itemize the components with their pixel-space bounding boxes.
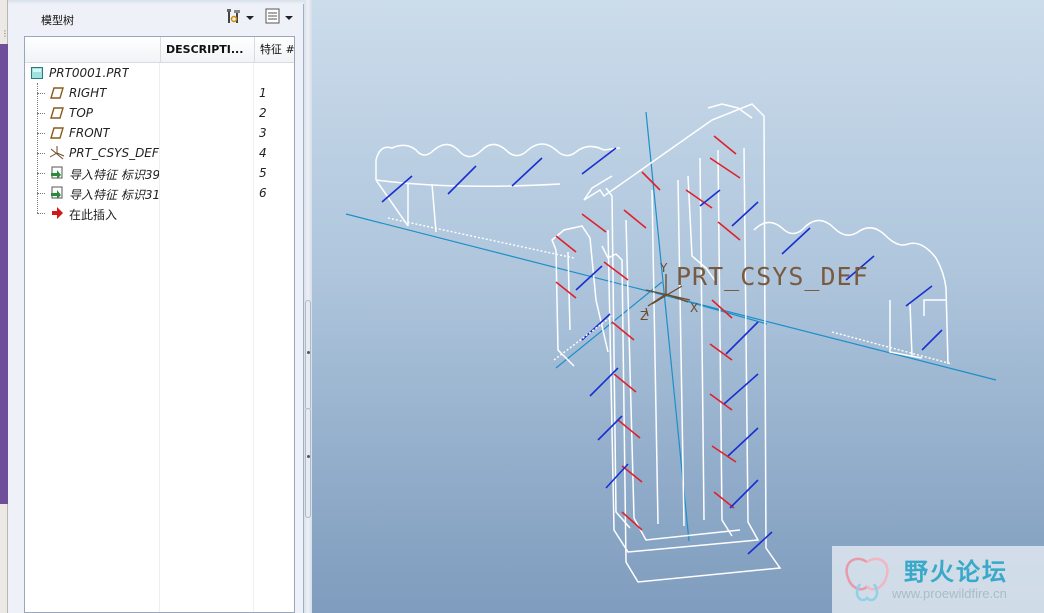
tree-row-datum-right[interactable]: RIGHT 1 xyxy=(25,83,294,103)
column-header-feature-number[interactable]: 特征 # xyxy=(254,37,294,63)
splitter-grip[interactable] xyxy=(305,408,311,518)
tree-row-label: PRT_CSYS_DEF xyxy=(69,146,159,160)
graphics-window[interactable]: Y X Z PRT_CSYS_DEF 野火论坛 www.proewildfire… xyxy=(312,0,1044,613)
tree-header: DESCRIPTI... 特征 # xyxy=(25,37,294,63)
csys-label: PRT_CSYS_DEF xyxy=(676,262,869,291)
tree-row-label: FRONT xyxy=(69,126,110,140)
tools-icon xyxy=(225,7,243,29)
datum-plane-icon xyxy=(49,85,65,101)
insert-here-arrow-icon xyxy=(49,205,65,221)
watermark-title: 野火论坛 xyxy=(904,558,1008,586)
feature-number: 4 xyxy=(259,146,267,160)
forum-logo-icon xyxy=(838,552,896,612)
tree-row-label: TOP xyxy=(69,106,94,120)
feature-number: 6 xyxy=(259,186,267,200)
splitter-grip[interactable] xyxy=(305,300,311,410)
tree-row-label: RIGHT xyxy=(69,86,107,100)
column-header-description[interactable]: DESCRIPTI... xyxy=(160,37,253,63)
tree-settings-button[interactable] xyxy=(222,7,257,29)
model-wireframe: Y X Z xyxy=(345,103,997,583)
watermark: 野火论坛 www.proewildfire.cn xyxy=(832,546,1044,613)
tree-row-part[interactable]: PRT0001.PRT xyxy=(25,63,294,83)
tree-row-datum-top[interactable]: TOP 2 xyxy=(25,103,294,123)
csys-axis-x-label: X xyxy=(690,301,698,315)
csys-axis-z-label: Z xyxy=(640,309,648,323)
feature-number: 5 xyxy=(259,166,267,180)
tree-row-label: 在此插入 xyxy=(69,208,118,222)
part-icon xyxy=(29,65,45,81)
tree-row-insert-here[interactable]: 在此插入 xyxy=(25,203,294,223)
tree-row-datum-front[interactable]: FRONT 3 xyxy=(25,123,294,143)
panel-title: 模型树 xyxy=(41,14,74,27)
tree-row-label: 导入特征 标识39 xyxy=(69,168,159,182)
app-side-strip: ⋮ xyxy=(0,0,9,613)
chevron-down-icon xyxy=(246,16,254,20)
tree-row-csys[interactable]: PRT_CSYS_DEF 4 xyxy=(25,143,294,163)
import-feature-icon xyxy=(49,165,65,181)
coordinate-system-icon xyxy=(49,145,65,161)
panel-splitter[interactable] xyxy=(304,0,312,613)
feature-number: 2 xyxy=(259,106,267,120)
tree-row-import-feature-31[interactable]: 导入特征 标识31 6 xyxy=(25,183,294,203)
tree-row-label: 导入特征 标识31 xyxy=(69,188,159,202)
tree-columns-button[interactable] xyxy=(261,7,296,29)
feature-number: 3 xyxy=(259,126,267,140)
tree-row-import-feature-39[interactable]: 导入特征 标识39 5 xyxy=(25,163,294,183)
model-tree: DESCRIPTI... 特征 # PRT0001.PRT RIGHT 1 TO… xyxy=(24,36,295,613)
datum-plane-icon xyxy=(49,105,65,121)
import-feature-icon xyxy=(49,185,65,201)
datum-plane-icon xyxy=(49,125,65,141)
watermark-url: www.proewildfire.cn xyxy=(892,586,1007,601)
chevron-down-icon xyxy=(285,16,293,20)
model-tree-panel: 模型树 DESCRIPTI... 特征 # PRT0001.PRT RIGHT … xyxy=(8,0,304,613)
feature-number: 1 xyxy=(259,86,267,100)
list-settings-icon xyxy=(264,7,282,29)
tree-row-label: PRT0001.PRT xyxy=(49,66,130,80)
csys-axis-y-label: Y xyxy=(659,261,668,275)
window-edge xyxy=(0,44,8,504)
